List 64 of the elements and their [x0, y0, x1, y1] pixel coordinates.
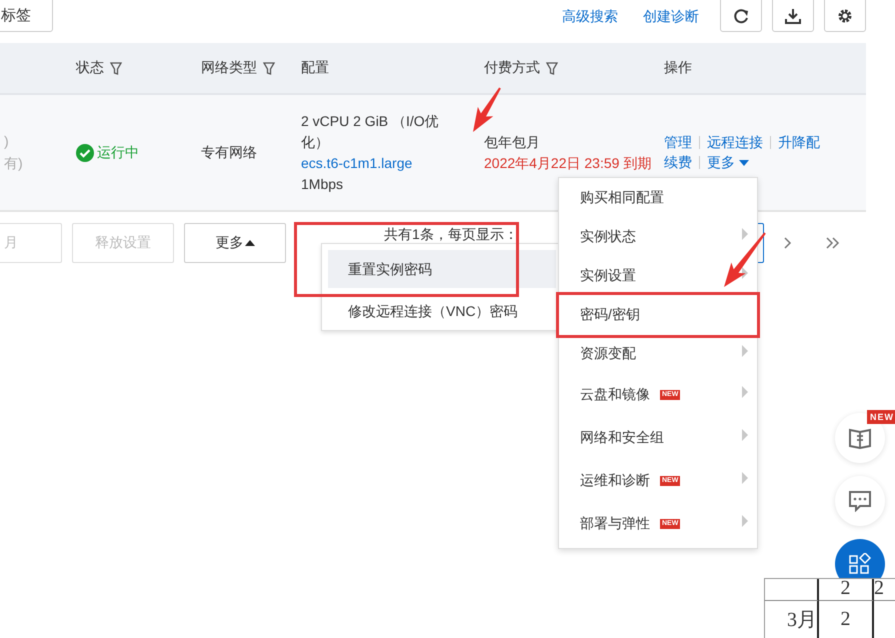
download-icon — [785, 8, 801, 24]
new-badge: NEW — [867, 410, 895, 424]
refresh-button[interactable] — [720, 0, 762, 32]
chevron-icon — [742, 472, 748, 484]
menu-item[interactable]: 购买相同配置 — [559, 178, 757, 217]
footer-button[interactable]: 更多 — [184, 223, 286, 263]
menu-item[interactable]: 实例设置 — [559, 256, 757, 295]
menu-item[interactable]: 重置实例密码 — [328, 250, 556, 288]
filter-icon[interactable] — [110, 62, 122, 75]
check-circle-icon — [76, 144, 94, 162]
download-button[interactable] — [772, 0, 814, 32]
more-link[interactable]: 更多 — [707, 154, 749, 172]
filter-icon[interactable] — [263, 62, 275, 75]
apps-icon — [849, 553, 871, 575]
action-link[interactable]: 管理 — [664, 134, 692, 152]
next-page-icon[interactable] — [784, 237, 792, 249]
filter-icon[interactable] — [546, 62, 558, 75]
chevron-icon — [742, 266, 748, 278]
chevron-icon — [742, 428, 748, 440]
instance-type-link[interactable]: ecs.t6-c1m1.large — [301, 152, 484, 174]
table-cell: 3月 — [764, 601, 819, 638]
caret-up-icon — [244, 240, 254, 246]
status-text: 运行中 — [97, 144, 139, 162]
chat-button[interactable] — [835, 476, 885, 526]
table-cell: 2 — [874, 579, 895, 601]
pagination-summary: 共有1条，每页显示： — [384, 227, 518, 242]
settings-icon — [837, 8, 853, 24]
refresh-icon — [733, 8, 749, 24]
last-page-icon[interactable] — [826, 237, 840, 249]
billing-text: 包年包月 — [484, 132, 541, 152]
table-cell: 2 — [819, 601, 874, 638]
column-header[interactable]: 配置 — [301, 59, 329, 77]
action-link[interactable]: 升降配 — [778, 134, 820, 152]
caret-icon — [739, 160, 749, 166]
chevron-icon — [742, 228, 748, 240]
column-header[interactable]: 网络类型 — [201, 59, 275, 77]
action-link[interactable]: 远程连接 — [707, 134, 763, 152]
menu-item[interactable]: 修改远程连接（VNC）密码 — [328, 288, 556, 326]
config-text: 2 vCPU 2 GiB （I/O优化） — [301, 112, 440, 152]
apps-button[interactable] — [835, 539, 885, 578]
table-cell-text: 有) — [4, 154, 24, 172]
chevron-icon — [742, 386, 748, 398]
column-header[interactable]: 状态 — [76, 59, 122, 77]
menu-item[interactable]: 资源变配 — [559, 334, 757, 373]
menu-item[interactable]: 密码/密钥 — [559, 295, 757, 334]
menu-item[interactable]: 网络和安全组 — [559, 416, 757, 459]
chevron-icon — [742, 514, 748, 526]
table-cell-text: ) — [4, 132, 10, 148]
action-link[interactable]: 续费 — [664, 154, 692, 172]
table-cell: 专有网络 — [201, 144, 257, 162]
link[interactable]: 高级搜索 — [562, 8, 618, 26]
tag-button[interactable]: 标签 — [0, 0, 53, 32]
book-icon — [848, 427, 872, 449]
chat-icon — [848, 490, 872, 512]
column-header[interactable]: 付费方式 — [484, 59, 558, 77]
menu-item[interactable]: 实例状态 — [559, 217, 757, 256]
bandwidth-text: 1Mbps — [301, 174, 344, 194]
settings-button[interactable] — [824, 0, 866, 32]
link[interactable]: 创建诊断 — [643, 8, 699, 26]
column-header[interactable]: 操作 — [664, 59, 692, 77]
chevron-icon — [742, 344, 748, 356]
table-cell — [764, 579, 819, 601]
expiry-text: 2022年4月22日 23:59 到期 — [484, 154, 652, 172]
table-cell: 2 — [819, 579, 874, 601]
